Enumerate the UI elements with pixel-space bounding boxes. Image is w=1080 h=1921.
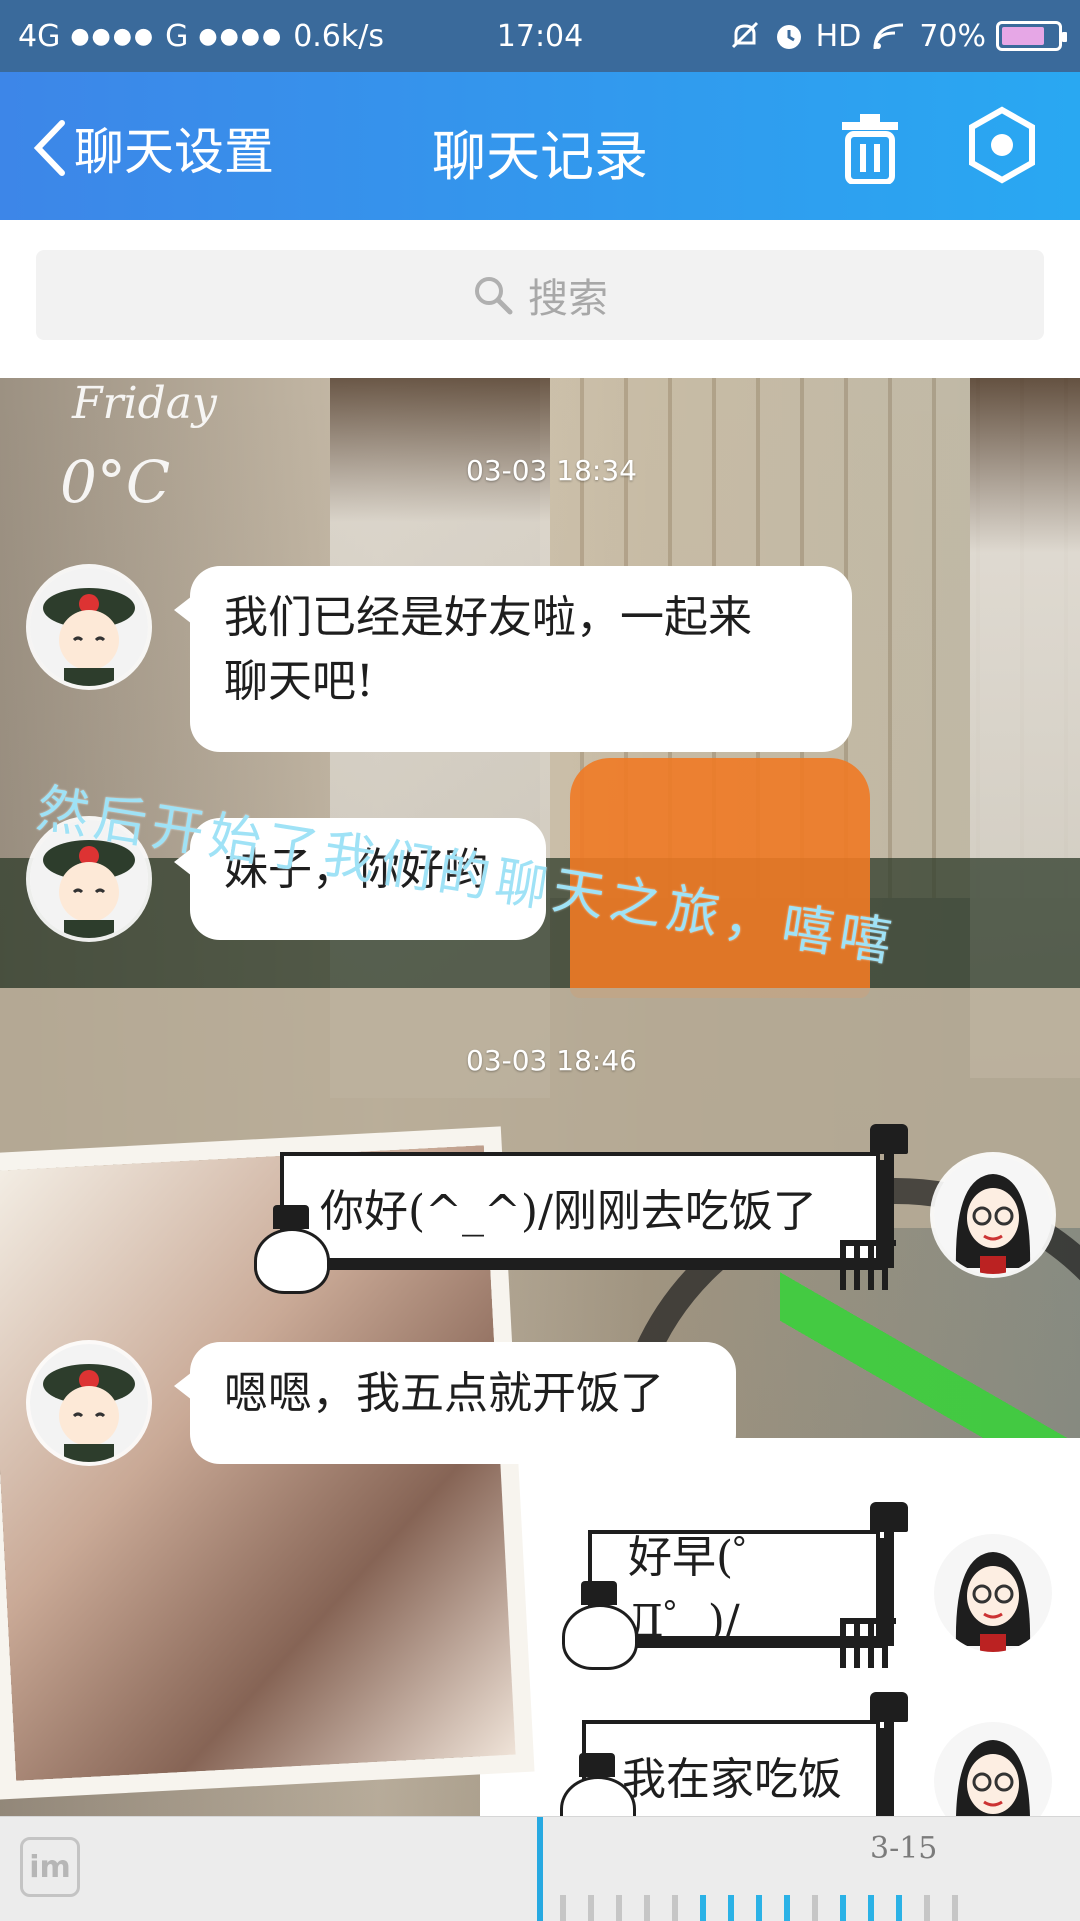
timeline-tick <box>812 1895 818 1921</box>
timeline-tick <box>728 1895 734 1921</box>
message-text: 好早(゜Д゜)/ <box>628 1532 778 1647</box>
military-cartoon-avatar-icon <box>30 568 148 686</box>
weather-temp: 0°C <box>60 448 171 516</box>
battery-icon <box>996 21 1067 51</box>
header: 聊天设置 聊天记录 <box>0 72 1080 220</box>
message-timestamp-2: 03-03 18:46 <box>466 1044 637 1077</box>
timeline-tick <box>588 1895 594 1921</box>
message-text: 嗯嗯，我五点就开饭了 <box>224 1368 664 1419</box>
timeline-tick <box>924 1895 930 1921</box>
alarm-clock-icon <box>776 25 801 49</box>
trash-icon[interactable] <box>838 112 902 184</box>
timeline-cursor[interactable] <box>537 1817 543 1921</box>
signal-dots-icon: ●●●● <box>70 23 156 49</box>
girl-cartoon-avatar-icon-2 <box>934 1534 1052 1652</box>
network-speed: 0.6k/s <box>293 18 385 54</box>
timeline-date-label: 3-15 <box>870 1831 938 1866</box>
fence-decoration-icon-2 <box>840 1618 896 1668</box>
search-icon <box>475 277 513 315</box>
message-text: 我在家吃饭 <box>622 1754 842 1805</box>
mascot-decoration-icon <box>254 1205 330 1294</box>
network-type-1: 4G <box>18 18 61 54</box>
im-logo-icon[interactable]: im <box>20 1837 80 1897</box>
friend-avatar[interactable] <box>30 568 148 686</box>
friend-avatar-3[interactable] <box>30 1344 148 1462</box>
timeline-tick <box>700 1895 706 1921</box>
message-bubble-4[interactable]: 嗯嗯，我五点就开饭了 <box>174 1342 736 1464</box>
timeline-tick <box>868 1895 874 1921</box>
my-avatar[interactable] <box>934 1156 1052 1274</box>
timeline-ticks[interactable] <box>560 1895 1080 1921</box>
timeline-tick <box>952 1895 958 1921</box>
search-input[interactable]: 搜索 <box>36 250 1044 340</box>
my-avatar-2[interactable] <box>934 1534 1052 1652</box>
mascot-decoration-icon-2 <box>562 1581 638 1670</box>
search-placeholder: 搜索 <box>528 276 608 322</box>
message-bubble[interactable]: 我们已经是好友啦，一起来 聊天吧! <box>174 566 852 752</box>
timeline-tick <box>756 1895 762 1921</box>
weather-day: Friday <box>72 378 217 429</box>
military-cartoon-avatar-icon-3 <box>30 1344 148 1462</box>
network-type-2: G <box>165 18 189 54</box>
lamp-decoration-icon-3 <box>870 1692 908 1816</box>
wifi-signal-icon <box>873 23 904 50</box>
message-bubble-3[interactable]: 你好(^_^)/刚刚去吃饭了 <box>280 1152 880 1262</box>
girl-cartoon-avatar-icon <box>934 1156 1052 1274</box>
chat-history[interactable]: Friday 0°C 03-03 18:34 我们已经是好友啦，一起来 聊天吧! <box>0 378 1080 1816</box>
timeline-tick <box>784 1895 790 1921</box>
search-area: 搜索 <box>0 220 1080 378</box>
timeline-tick <box>672 1895 678 1921</box>
fence-decoration-icon <box>840 1240 896 1290</box>
message-timestamp: 03-03 18:34 <box>466 454 637 487</box>
timeline-tick <box>840 1895 846 1921</box>
page-title: 聊天记录 <box>432 125 648 188</box>
timeline-tick <box>644 1895 650 1921</box>
signal-dots-icon-2: ●●●● <box>198 23 284 49</box>
message-text: 你好(^_^)/刚刚去吃饭了 <box>320 1186 817 1237</box>
timeline-tick <box>560 1895 566 1921</box>
status-bar: 4G ●●●● G ●●●● 0.6k/s 17:04 HD 70% <box>0 0 1080 72</box>
hexagon-settings-icon[interactable] <box>966 106 1038 184</box>
timeline-tick <box>616 1895 622 1921</box>
message-text: 我们已经是好友啦，一起来 <box>224 592 752 643</box>
date-timeline[interactable]: im 3-15 <box>0 1816 1080 1921</box>
message-text-2: 聊天吧! <box>224 656 374 707</box>
hd-indicator: HD <box>815 18 862 54</box>
battery-percent: 70% <box>919 18 986 54</box>
timeline-tick <box>896 1895 902 1921</box>
mute-bell-icon <box>731 21 758 49</box>
